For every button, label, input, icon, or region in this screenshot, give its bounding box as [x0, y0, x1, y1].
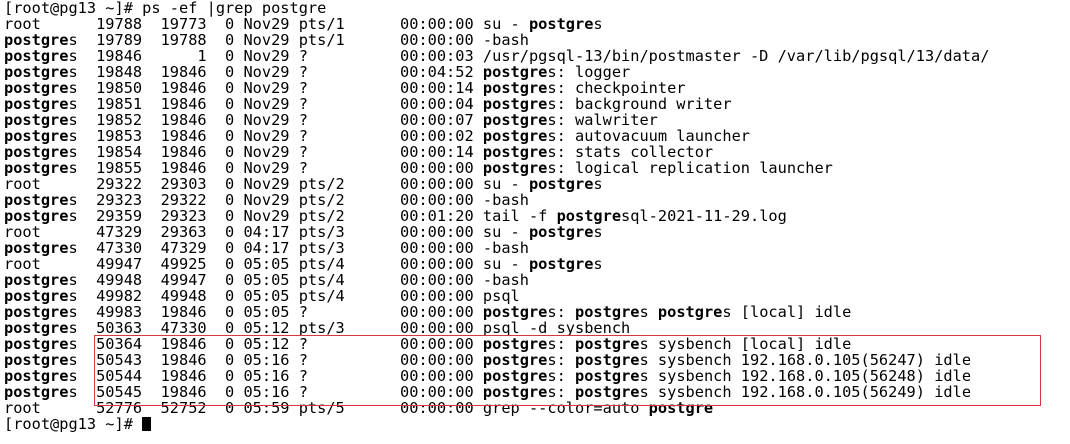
final-prompt-line[interactable]: [root@pg13 ~]#: [4, 416, 1070, 432]
process-row-highlighted: postgres 50364 19846 0 05:12 ? 00:00:00 …: [4, 335, 852, 353]
process-row: root 52776 52752 0 05:59 pts/5 00:00:00 …: [4, 399, 714, 417]
process-row-highlighted: postgres 50543 19846 0 05:16 ? 00:00:00 …: [4, 351, 972, 369]
process-row: postgres 19789 19788 0 Nov29 pts/1 00:00…: [4, 31, 529, 49]
process-row: postgres 29323 29322 0 Nov29 pts/2 00:00…: [4, 191, 529, 209]
process-row: postgres 19846 1 0 Nov29 ? 00:00:03 /usr…: [4, 47, 990, 65]
process-row: postgres 19852 19846 0 Nov29 ? 00:00:07 …: [4, 111, 658, 129]
process-row: root 47329 29363 0 04:17 pts/3 00:00:00 …: [4, 223, 603, 241]
final-prompt: [root@pg13 ~]#: [4, 415, 143, 433]
process-row: postgres 49982 49948 0 05:05 pts/4 00:00…: [4, 287, 520, 305]
text-cursor: [142, 417, 152, 431]
process-row: postgres 49948 49947 0 05:05 pts/4 00:00…: [4, 271, 529, 289]
process-row: postgres 50363 47330 0 05:12 pts/3 00:00…: [4, 319, 631, 337]
process-row: root 29322 29303 0 Nov29 pts/2 00:00:00 …: [4, 175, 603, 193]
process-row: postgres 19854 19846 0 Nov29 ? 00:00:14 …: [4, 143, 714, 161]
process-row: postgres 19855 19846 0 Nov29 ? 00:00:00 …: [4, 159, 833, 177]
terminal-window[interactable]: [root@pg13 ~]# ps -ef |grep postgre root…: [0, 0, 1070, 444]
process-row: postgres 19850 19846 0 Nov29 ? 00:00:14 …: [4, 79, 686, 97]
ps-output: root 19788 19773 0 Nov29 pts/1 00:00:00 …: [4, 16, 1070, 416]
process-row: postgres 19848 19846 0 Nov29 ? 00:04:52 …: [4, 63, 631, 81]
process-row: postgres 49983 19846 0 05:05 ? 00:00:00 …: [4, 303, 852, 321]
process-row: root 49947 49925 0 05:05 pts/4 00:00:00 …: [4, 255, 603, 273]
command-line: [root@pg13 ~]# ps -ef |grep postgre: [4, 0, 1070, 16]
process-row: root 19788 19773 0 Nov29 pts/1 00:00:00 …: [4, 15, 603, 33]
process-row: postgres 19851 19846 0 Nov29 ? 00:00:04 …: [4, 95, 732, 113]
process-row-highlighted: postgres 50544 19846 0 05:16 ? 00:00:00 …: [4, 367, 972, 385]
process-row: postgres 19853 19846 0 Nov29 ? 00:00:02 …: [4, 127, 750, 145]
process-row: postgres 47330 47329 0 04:17 pts/3 00:00…: [4, 239, 529, 257]
process-row: postgres 29359 29323 0 Nov29 pts/2 00:01…: [4, 207, 787, 225]
process-row-highlighted: postgres 50545 19846 0 05:16 ? 00:00:00 …: [4, 383, 972, 401]
